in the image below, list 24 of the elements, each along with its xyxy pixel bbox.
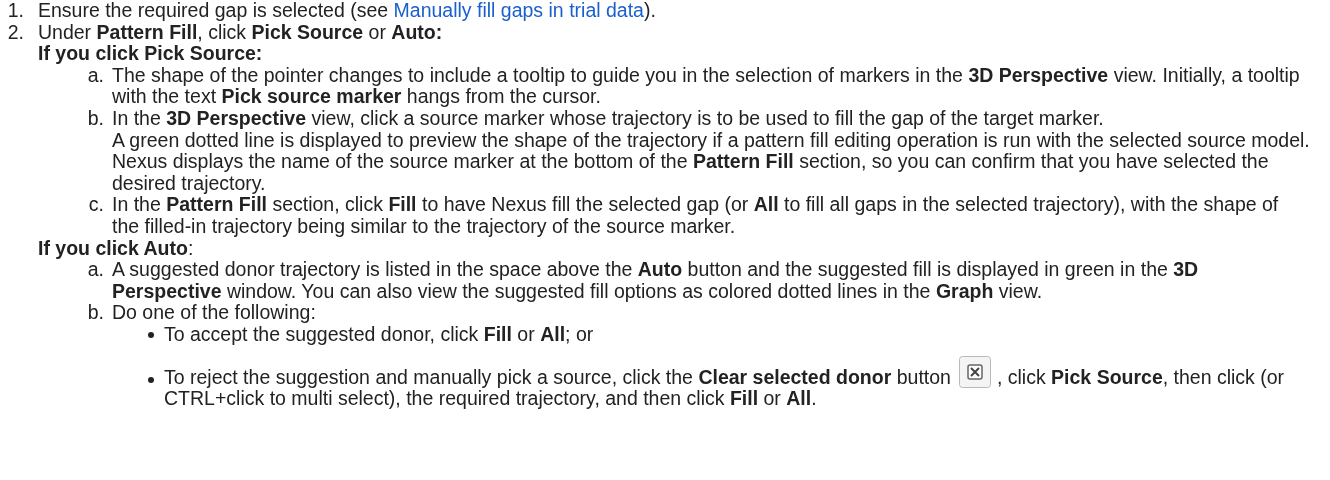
step-text: Do one of the following:: [112, 302, 317, 324]
step-text: The shape of the pointer changes to include a tooltip to guide you in the selection of markers in the 3D Perspective view. Initially, a tooltip with the text Pick source marker hangs from the cursor.: [112, 64, 1301, 108]
doc-link[interactable]: Manually fill gaps in trial data: [393, 0, 644, 21]
bullet-text: To reject the suggestion and manually pick a source, click the Clear selected donor button , click Pick Source, then click (or CTRL+click to multi select), the required trajectory, and then click Fill or All.: [164, 355, 1310, 410]
step-text: In the Pattern Fill section, click Fill to have Nexus fill the selected gap (or All to fill all gaps in the selected trajectory), with the shape of the filled-in trajectory being similar to the trajectory of the source marker.: [112, 194, 1280, 238]
step-text: A suggested donor trajectory is listed in the space above the Auto button and the suggested fill is displayed in green in the 3D Perspective window. You can also view the suggested fill options as colored dotted lines in the Graph view.: [112, 259, 1200, 303]
step-text: Under Pattern Fill, click Pick Source or Auto:: [38, 21, 443, 44]
list-letter: c.: [87, 194, 105, 218]
bullet-text: To accept the suggested donor, click Fill or All; or: [164, 323, 594, 346]
list-number: 2.: [6, 21, 25, 45]
list-number: 1.: [6, 0, 25, 22]
branch-heading: If you click Auto:: [38, 237, 195, 260]
step-text: Ensure the required gap is selected (see Manually fill gaps in trial data).: [38, 0, 657, 22]
bullet-icon: [148, 331, 154, 338]
step-text: In the 3D Perspective view, click a source marker whose trajectory is to be used to fill the gap of the target marker.: [112, 107, 1105, 130]
list-letter: b.: [86, 107, 105, 131]
list-letter: a.: [87, 64, 105, 88]
list-letter: b.: [86, 302, 105, 326]
step-text: Nexus displays the name of the source marker at the bottom of the Pattern Fill section, so you can confirm that you have selected the desired trajectory.: [112, 151, 1270, 195]
list-letter: a.: [87, 259, 105, 283]
clear-icon: [958, 355, 991, 388]
branch-heading: If you click Pick Source:: [38, 43, 264, 65]
step-text: A green dotted line is displayed to preview the shape of the trajectory if a pattern fill editing operation is run with the selected source model.: [112, 129, 1310, 152]
bullet-icon: [148, 376, 154, 383]
